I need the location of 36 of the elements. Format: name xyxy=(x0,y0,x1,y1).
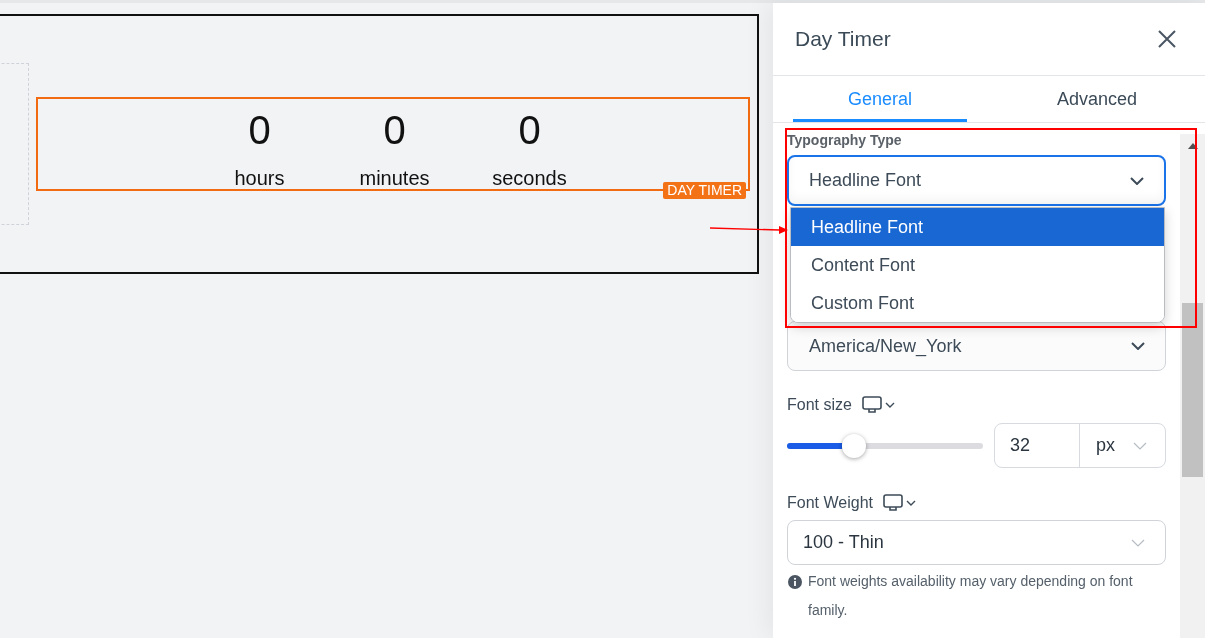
field-label: Font size xyxy=(787,397,852,413)
panel-title: Day Timer xyxy=(795,26,891,53)
field-label: Typography Type xyxy=(787,132,903,148)
helper-text: Font weights availability may vary depending on font family. xyxy=(808,572,1134,620)
chevron-down-icon xyxy=(1133,441,1147,450)
info-icon xyxy=(788,575,802,589)
field-label: Font Weight xyxy=(787,495,873,511)
dropdown-option[interactable]: Headline Font xyxy=(791,208,1164,246)
typography-select[interactable]: Headline Font xyxy=(787,155,1166,206)
desktop-icon xyxy=(861,396,882,414)
slider-thumb[interactable] xyxy=(841,433,866,458)
scroll-up-arrow-icon[interactable] xyxy=(1187,143,1198,149)
chevron-down-icon xyxy=(1130,176,1144,185)
unit-select[interactable]: px xyxy=(1080,424,1165,467)
dropdown-option[interactable]: Custom Font xyxy=(791,284,1164,322)
close-icon xyxy=(1158,30,1176,48)
close-button[interactable] xyxy=(1157,29,1177,49)
slider-fill xyxy=(787,442,842,449)
scrollbar-thumb[interactable] xyxy=(1182,303,1203,477)
desktop-icon xyxy=(882,494,903,512)
tab[interactable]: Advanced xyxy=(1010,76,1184,122)
timer-value: 0 xyxy=(518,107,541,153)
caret-down-icon[interactable] xyxy=(884,402,895,408)
font-weight-select[interactable]: 100 - Thin xyxy=(787,520,1166,565)
number-input[interactable]: 32 xyxy=(995,424,1080,467)
timezone-select[interactable]: America/New_York xyxy=(787,321,1166,371)
timer-unit-label: minutes xyxy=(359,167,430,189)
timer-unit-label: hours xyxy=(234,167,285,189)
caret-down-icon[interactable] xyxy=(905,500,916,506)
timer-value: 0 xyxy=(248,107,271,153)
dropdown-option[interactable]: Content Font xyxy=(791,246,1164,284)
chevron-down-icon xyxy=(1131,342,1145,350)
widget-name-tag: DAY TIMER xyxy=(663,182,746,199)
timer-unit-label: seconds xyxy=(492,167,567,189)
chevron-down-icon xyxy=(1131,538,1145,547)
timer-value: 0 xyxy=(383,107,406,153)
